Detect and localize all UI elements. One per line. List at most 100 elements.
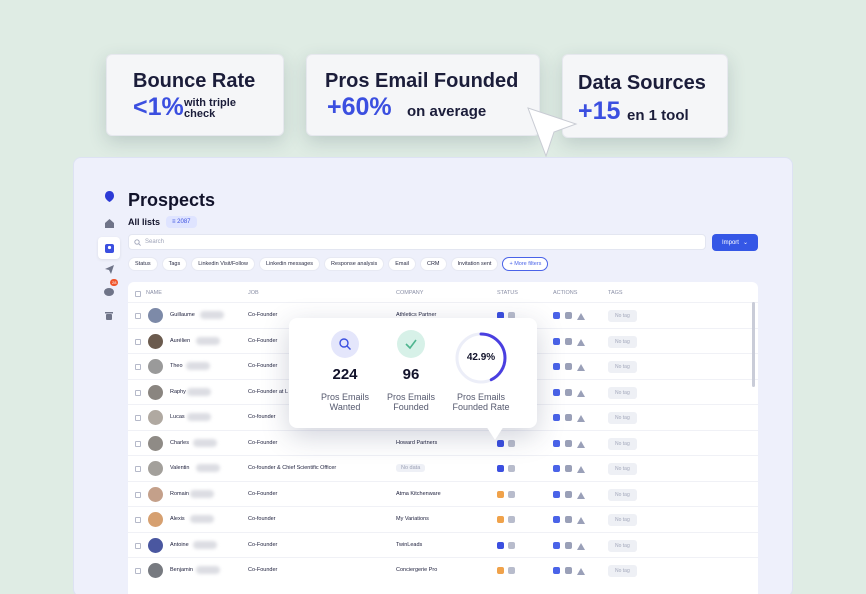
filter-email[interactable]: Email: [388, 257, 416, 271]
send-action-icon[interactable]: [577, 313, 585, 320]
email-action-icon[interactable]: [565, 363, 572, 370]
tag-badge[interactable]: No tag: [608, 514, 637, 526]
tag-badge[interactable]: No tag: [608, 386, 637, 399]
filter-response-analysis[interactable]: Response analysis: [324, 257, 385, 271]
table-scrollbar[interactable]: [752, 302, 755, 387]
linkedin-action-icon[interactable]: [553, 516, 560, 523]
filter-status[interactable]: Status: [128, 257, 158, 271]
email-action-icon[interactable]: [565, 490, 572, 498]
sidebar-item-trash[interactable]: [102, 308, 116, 322]
filter-linkedin-messages[interactable]: Linkedin messages: [258, 257, 321, 271]
table-row[interactable]: Antoine Co-Founder TwinLeads No tag: [128, 531, 758, 557]
linkedin-action-icon[interactable]: [553, 363, 560, 370]
header-actions[interactable]: ACTIONS: [553, 290, 577, 296]
tag-badge[interactable]: No tag: [608, 310, 637, 322]
row-checkbox[interactable]: [135, 440, 141, 447]
send-action-icon[interactable]: [577, 491, 585, 499]
sidebar-item-messages[interactable]: 28: [102, 279, 119, 298]
prospect-name[interactable]: Theo: [170, 363, 183, 369]
prospect-name[interactable]: Alexis: [170, 516, 185, 522]
row-checkbox[interactable]: [135, 389, 141, 396]
name-redaction: [199, 311, 224, 319]
linkedin-action-icon[interactable]: [553, 337, 560, 345]
linkedin-action-icon[interactable]: [553, 490, 560, 498]
prospect-name[interactable]: Charles: [170, 440, 189, 446]
tag-badge[interactable]: No tag: [608, 437, 637, 450]
prospect-name[interactable]: Guillaume: [170, 312, 195, 318]
header-name[interactable]: NAME: [146, 290, 162, 296]
row-checkbox[interactable]: [135, 415, 141, 421]
tag-badge[interactable]: No tag: [608, 361, 637, 373]
email-action-icon[interactable]: [565, 516, 572, 523]
tag-badge[interactable]: No tag: [608, 539, 637, 552]
name-redaction: [193, 438, 218, 447]
more-filters-button[interactable]: + More filters: [502, 257, 549, 271]
sidebar-item-prospects[interactable]: [98, 237, 120, 259]
header-job[interactable]: JOB: [248, 290, 259, 296]
prospect-name[interactable]: Valentin: [170, 465, 189, 471]
table-row[interactable]: Valentin Co-founder & Chief Scientific Of…: [128, 455, 758, 480]
tag-badge[interactable]: No tag: [608, 565, 637, 577]
email-action-icon[interactable]: [565, 337, 572, 345]
send-action-icon[interactable]: [577, 542, 585, 550]
select-all-checkbox[interactable]: [135, 291, 141, 297]
send-action-icon[interactable]: [577, 415, 585, 422]
search-input[interactable]: Search: [128, 234, 706, 250]
send-action-icon[interactable]: [577, 364, 585, 371]
header-status[interactable]: STATUS: [497, 290, 518, 296]
row-checkbox[interactable]: [135, 364, 141, 370]
tag-badge[interactable]: No tag: [608, 335, 637, 348]
filter-invitation-sent[interactable]: Invitation sent: [450, 257, 499, 271]
row-checkbox[interactable]: [135, 338, 141, 345]
sidebar-item-home[interactable]: [102, 216, 116, 230]
table-row[interactable]: Alexis Co-founder My Variations No tag: [128, 506, 758, 531]
row-checkbox[interactable]: [135, 542, 141, 549]
table-row[interactable]: Benjamin Co-Founder Conciergerie Pro No tag: [128, 557, 758, 582]
filter-crm[interactable]: CRM: [419, 257, 447, 271]
send-action-icon[interactable]: [577, 440, 585, 448]
prospect-name[interactable]: Raphy: [170, 389, 186, 395]
prospect-company: Howard Partners: [396, 439, 438, 446]
filter-tags[interactable]: Tags: [161, 257, 188, 271]
linkedin-action-icon[interactable]: [553, 541, 560, 549]
prospect-name[interactable]: Romain: [170, 491, 189, 497]
prospect-name[interactable]: Benjamin: [170, 567, 193, 573]
linkedin-action-icon[interactable]: [553, 439, 560, 447]
email-action-icon[interactable]: [565, 414, 572, 421]
email-action-icon[interactable]: [565, 541, 572, 549]
prospect-name[interactable]: Aurélien: [170, 338, 190, 344]
row-checkbox[interactable]: [135, 466, 141, 472]
row-checkbox[interactable]: [135, 568, 141, 574]
send-action-icon[interactable]: [577, 517, 585, 524]
send-action-icon[interactable]: [577, 568, 585, 575]
tag-badge[interactable]: No tag: [608, 488, 637, 501]
linkedin-action-icon[interactable]: [553, 567, 560, 574]
linkedin-action-icon[interactable]: [553, 414, 560, 421]
row-checkbox[interactable]: [135, 517, 141, 523]
prospect-name[interactable]: Antoine: [170, 542, 189, 548]
header-tags[interactable]: TAGS: [608, 290, 623, 296]
table-row[interactable]: Romain Co-Founder Atma Kitchenware No tag: [128, 480, 758, 506]
tag-badge[interactable]: No tag: [608, 463, 637, 475]
row-checkbox[interactable]: [135, 313, 141, 319]
linkedin-action-icon[interactable]: [553, 465, 560, 472]
email-action-icon[interactable]: [565, 465, 572, 472]
header-company[interactable]: COMPANY: [396, 290, 423, 296]
filter-linkedin-visit[interactable]: Linkedin Visit/Follow: [191, 257, 255, 271]
linkedin-action-icon[interactable]: [553, 388, 560, 396]
linkedin-action-icon[interactable]: [553, 312, 560, 319]
send-action-icon[interactable]: [577, 389, 585, 397]
send-action-icon[interactable]: [577, 338, 585, 346]
prospect-name[interactable]: Lucas: [170, 414, 185, 420]
list-selector[interactable]: All lists: [128, 217, 160, 227]
email-action-icon[interactable]: [565, 312, 572, 319]
email-action-icon[interactable]: [565, 567, 572, 574]
send-action-icon[interactable]: [577, 466, 585, 473]
tag-badge[interactable]: No tag: [608, 412, 637, 424]
table-row[interactable]: Charles Co-Founder Howard Partners No tag: [128, 429, 758, 455]
email-action-icon[interactable]: [565, 439, 572, 447]
import-button[interactable]: Import ⌄: [712, 234, 758, 251]
sidebar-item-campaigns[interactable]: [102, 262, 116, 276]
row-checkbox[interactable]: [135, 491, 141, 498]
email-action-icon[interactable]: [565, 388, 572, 396]
